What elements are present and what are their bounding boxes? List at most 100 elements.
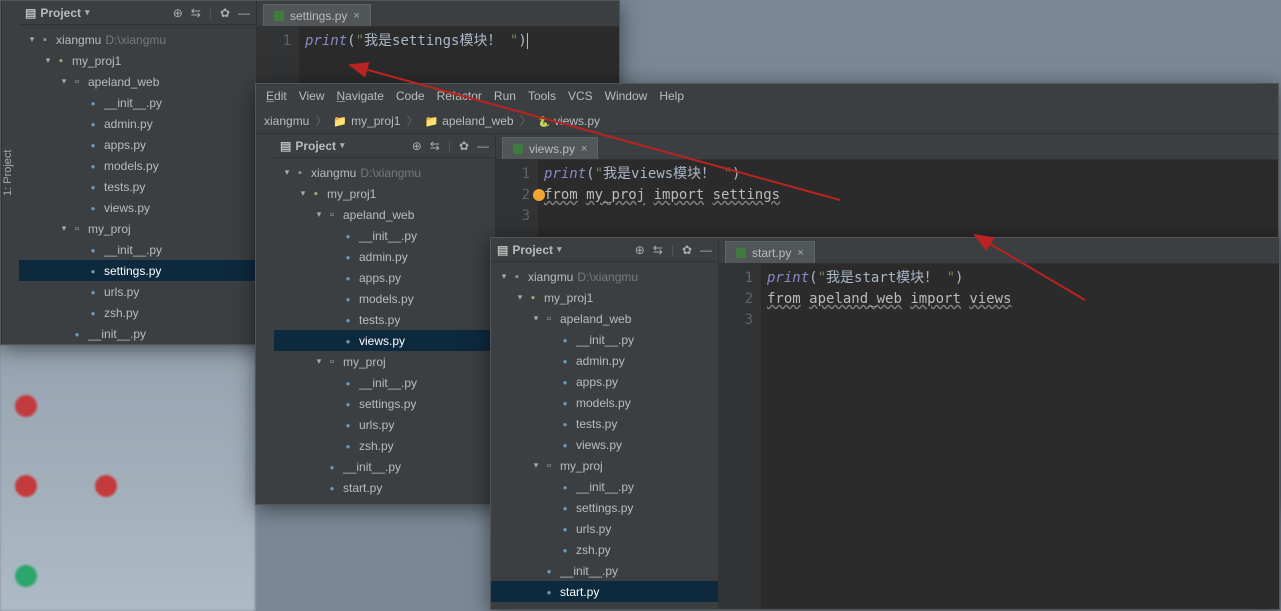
chevron-right-icon: 〉 <box>520 112 532 129</box>
tree-file[interactable]: __init__.py <box>19 239 256 260</box>
editor-area: start.py × 123 print("我是start模块！ ")from … <box>719 238 1279 609</box>
tree-file[interactable]: apps.py <box>19 134 256 155</box>
tree-folder[interactable]: my_proj1 <box>491 287 718 308</box>
minimize-icon[interactable]: — <box>700 243 712 257</box>
tree-folder[interactable]: my_proj <box>491 455 718 476</box>
tree-folder[interactable]: my_proj <box>274 351 495 372</box>
breadcrumb-item[interactable]: views.py <box>538 114 600 128</box>
tree-file[interactable]: admin.py <box>19 113 256 134</box>
tree-file[interactable]: views.py <box>19 197 256 218</box>
tree-file[interactable]: models.py <box>491 392 718 413</box>
tree-file[interactable]: urls.py <box>274 414 495 435</box>
project-tree: xiangmu D:\xiangmu my_proj1 apeland_web … <box>491 262 718 609</box>
close-icon[interactable]: × <box>797 247 803 259</box>
menu-code[interactable]: Code <box>396 89 425 103</box>
menu-edit[interactable]: Edit <box>266 89 287 103</box>
tree-folder[interactable]: my_proj <box>19 218 256 239</box>
tool-window-label-project[interactable]: 1: Project <box>1 1 19 344</box>
breadcrumb-item[interactable]: apeland_web <box>424 114 513 128</box>
tree-file[interactable]: zsh.py <box>491 539 718 560</box>
gear-icon[interactable]: ✿ <box>682 243 692 257</box>
tree-root[interactable]: xiangmu D:\xiangmu <box>19 29 256 50</box>
tree-file[interactable]: __init__.py <box>491 329 718 350</box>
code-content[interactable]: print("我是start模块！ ")from apeland_web imp… <box>761 264 1279 609</box>
tree-file[interactable]: urls.py <box>491 518 718 539</box>
tree-root[interactable]: xiangmu D:\xiangmu <box>274 162 495 183</box>
editor-tab[interactable]: settings.py × <box>263 4 371 26</box>
menu-help[interactable]: Help <box>659 89 684 103</box>
target-icon[interactable]: ⊕ <box>412 139 422 153</box>
tree-root[interactable]: xiangmu D:\xiangmu <box>491 266 718 287</box>
menu-refactor[interactable]: Refactor <box>437 89 482 103</box>
project-pane-title[interactable]: ▤ Project ▾ <box>280 139 345 153</box>
tree-file-selected[interactable]: settings.py <box>19 260 256 281</box>
python-file-icon <box>513 144 523 154</box>
tree-file[interactable]: apps.py <box>274 267 495 288</box>
breadcrumb: xiangmu 〉 my_proj1 〉 apeland_web 〉 views… <box>256 108 1278 134</box>
breadcrumb-item[interactable]: my_proj1 <box>333 114 400 128</box>
tree-file[interactable]: urls.py <box>19 281 256 302</box>
tree-file[interactable]: tests.py <box>491 413 718 434</box>
gear-icon[interactable]: ✿ <box>459 139 469 153</box>
code-editor[interactable]: 123 print("我是start模块！ ")from apeland_web… <box>719 264 1279 609</box>
gear-icon[interactable]: ✿ <box>220 6 230 20</box>
tree-file[interactable]: settings.py <box>274 393 495 414</box>
tree-file[interactable]: __init__.py <box>274 372 495 393</box>
tree-file[interactable]: __init__.py <box>274 225 495 246</box>
project-pane-header: ▤ Project ▾ ⊕ ⇆ | ✿ — <box>491 238 718 262</box>
tree-file[interactable]: zsh.py <box>19 302 256 323</box>
tree-file-selected[interactable]: views.py <box>274 330 495 351</box>
tree-folder[interactable]: apeland_web <box>19 71 256 92</box>
intention-bulb-icon[interactable] <box>533 189 545 201</box>
project-pane-title[interactable]: ▤ Project ▾ <box>25 6 90 20</box>
tree-folder[interactable]: my_proj1 <box>274 183 495 204</box>
tree-file[interactable]: views.py <box>491 434 718 455</box>
ide-window-3: ▤ Project ▾ ⊕ ⇆ | ✿ — xiangmu D:\xiangmu… <box>490 237 1280 610</box>
tree-file[interactable]: zsh.py <box>274 435 495 456</box>
text-caret <box>527 33 528 49</box>
tree-file[interactable]: __init__.py <box>491 560 718 581</box>
target-icon[interactable]: ⊕ <box>635 243 645 257</box>
tree-file[interactable]: admin.py <box>274 246 495 267</box>
breadcrumb-item[interactable]: xiangmu <box>264 114 309 128</box>
tree-file[interactable]: __init__.py <box>274 456 495 477</box>
menu-view[interactable]: View <box>299 89 325 103</box>
tree-file[interactable]: __init__.py <box>491 476 718 497</box>
tree-file[interactable]: models.py <box>19 155 256 176</box>
minimize-icon[interactable]: — <box>238 6 250 20</box>
collapse-icon[interactable]: ⇆ <box>430 139 440 153</box>
python-file-icon <box>274 11 284 21</box>
tree-folder[interactable]: apeland_web <box>491 308 718 329</box>
collapse-icon[interactable]: ⇆ <box>191 6 201 20</box>
tree-file[interactable]: __init__.py <box>19 323 256 344</box>
editor-tab[interactable]: views.py × <box>502 137 598 159</box>
tree-file[interactable]: tests.py <box>274 309 495 330</box>
project-icon: ▤ <box>497 243 508 257</box>
tree-file-selected[interactable]: start.py <box>491 581 718 602</box>
tree-file[interactable]: settings.py <box>491 497 718 518</box>
close-icon[interactable]: × <box>353 10 359 22</box>
minimize-icon[interactable]: — <box>477 139 489 153</box>
project-tree: xiangmu D:\xiangmu my_proj1 apeland_web … <box>274 158 495 504</box>
menu-navigate[interactable]: Navigate <box>337 89 384 103</box>
collapse-icon[interactable]: ⇆ <box>653 243 663 257</box>
tree-folder[interactable]: my_proj1 <box>19 50 256 71</box>
project-icon: ▤ <box>25 6 36 20</box>
tree-file[interactable]: models.py <box>274 288 495 309</box>
menu-vcs[interactable]: VCS <box>568 89 593 103</box>
menu-window[interactable]: Window <box>605 89 648 103</box>
tree-file[interactable]: __init__.py <box>19 92 256 113</box>
target-icon[interactable]: ⊕ <box>173 6 183 20</box>
project-pane-title[interactable]: ▤ Project ▾ <box>497 243 562 257</box>
menu-bar: Edit View Navigate Code Refactor Run Too… <box>256 84 1278 108</box>
project-pane: ▤ Project ▾ ⊕ ⇆ | ✿ — xiangmu D:\xiangmu… <box>491 238 719 609</box>
editor-tab[interactable]: start.py × <box>725 241 815 263</box>
close-icon[interactable]: × <box>581 143 587 155</box>
menu-run[interactable]: Run <box>494 89 516 103</box>
tree-file[interactable]: admin.py <box>491 350 718 371</box>
tree-file[interactable]: apps.py <box>491 371 718 392</box>
tree-file[interactable]: tests.py <box>19 176 256 197</box>
menu-tools[interactable]: Tools <box>528 89 556 103</box>
tree-folder[interactable]: apeland_web <box>274 204 495 225</box>
tree-file[interactable]: start.py <box>274 477 495 498</box>
